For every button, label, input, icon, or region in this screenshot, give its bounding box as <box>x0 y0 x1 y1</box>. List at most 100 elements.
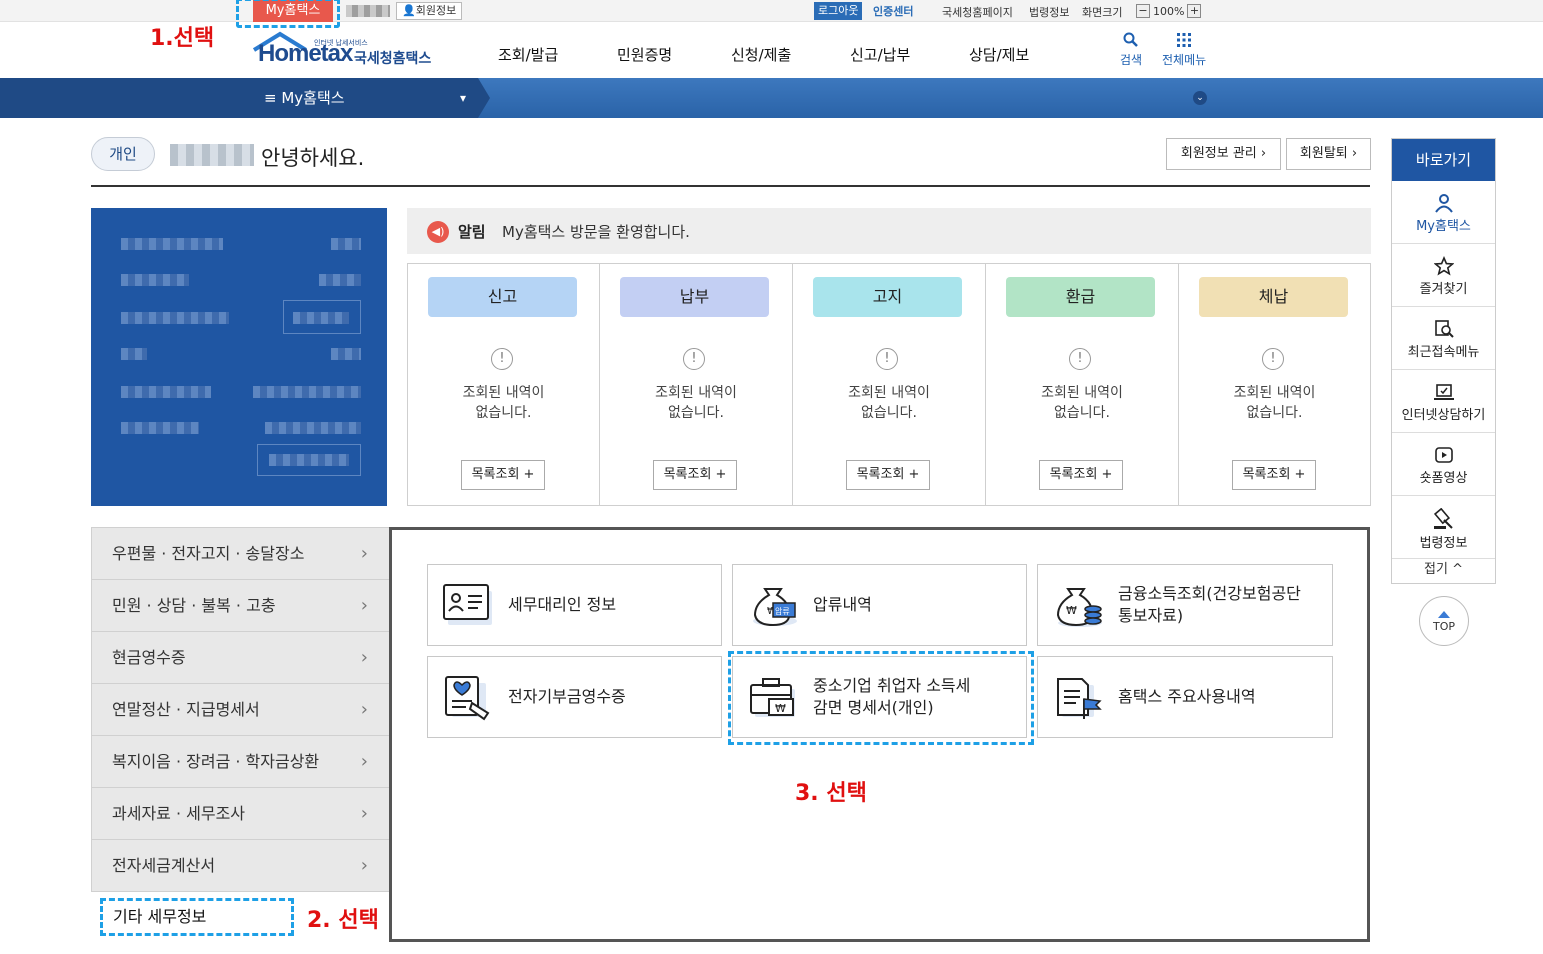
gnb-apply[interactable]: 신청/제출 <box>731 44 791 65</box>
list-view-button[interactable]: 목록조회 + <box>846 460 930 490</box>
chevron-right-icon: › <box>360 595 368 616</box>
location-dropdown[interactable]: ≡ My홈택스 ▾ <box>250 78 478 118</box>
user-icon: 👤 <box>402 4 416 17</box>
megaphone-icon: ◀) <box>427 221 449 243</box>
tile-e-donation-receipt[interactable]: 전자기부금영수증 <box>427 656 722 738</box>
search-button[interactable]: 검색 <box>1120 32 1142 68</box>
card-title: 환급 <box>1006 277 1155 317</box>
quick-law-info[interactable]: 법령정보 <box>1392 496 1495 559</box>
tile-hometax-usage-history[interactable]: 홈택스 주요사용내역 <box>1037 656 1333 738</box>
gnb-inquiry[interactable]: 조회/발급 <box>498 44 558 65</box>
play-icon <box>1434 447 1453 463</box>
quick-fold-button[interactable]: 접기 ^ <box>1392 557 1495 583</box>
screen-size-label: 화면크기 <box>1082 6 1123 19</box>
seizure-bag-icon: ₩ 압류 <box>753 588 797 627</box>
quick-recent-menu[interactable]: 최근접속메뉴 <box>1392 307 1495 370</box>
exclamation-icon: ! <box>491 348 513 370</box>
left-menu-item-civil[interactable]: 민원 · 상담 · 불복 · 고충 › <box>92 580 390 632</box>
user-info-panel-blurred <box>91 208 387 506</box>
notice-label: 알림 <box>458 223 486 241</box>
law-info-link[interactable]: 법령정보 <box>1029 4 1069 20</box>
left-menu-item-mail[interactable]: 우편물 · 전자고지 · 송달장소 › <box>92 528 390 580</box>
greeting-divider <box>91 185 1370 187</box>
svg-text:압류: 압류 <box>775 607 790 616</box>
card-report: 신고 ! 조회된 내역이 없습니다. 목록조회 + <box>408 264 600 505</box>
notice-text: My홈택스 방문을 환영합니다. <box>502 223 690 241</box>
zoom-out-button[interactable]: − <box>1136 4 1150 18</box>
chevron-right-icon: › <box>360 699 368 720</box>
chevron-right-icon: › <box>360 647 368 668</box>
chevron-right-icon: › <box>360 803 368 824</box>
exclamation-icon: ! <box>1069 348 1091 370</box>
star-icon <box>1433 256 1454 276</box>
caret-down-icon: ▾ <box>459 91 466 105</box>
exclamation-icon: ! <box>1262 348 1284 370</box>
quick-menu-title: 바로가기 <box>1392 139 1495 181</box>
card-empty-message: 조회된 내역이 없습니다. <box>1041 385 1123 421</box>
member-withdraw-button[interactable]: 회원탈퇴 › <box>1286 138 1371 170</box>
logo-subtitle: 국세청홈택스 <box>354 51 432 67</box>
tile-label: 홈택스 주요사용내역 <box>1118 687 1256 706</box>
quick-shortform-video[interactable]: 숏폼영상 <box>1392 433 1495 496</box>
annotation-step3: 3. 선택 <box>795 781 867 806</box>
highlight-step1-box <box>236 0 340 28</box>
tile-label: 세무대리인 정보 <box>508 595 617 614</box>
logout-button[interactable]: 로그아웃 <box>814 2 863 20</box>
card-empty-message: 조회된 내역이 없습니다. <box>655 385 737 421</box>
left-menu-item-year-end[interactable]: 연말정산 · 지급명세서 › <box>92 684 390 736</box>
card-arrears: 체납 ! 조회된 내역이 없습니다. 목록조회 + <box>1179 264 1370 505</box>
location-arrow-shape <box>478 78 490 118</box>
quick-online-consult[interactable]: 인터넷상담하기 <box>1392 370 1495 433</box>
cert-center-link[interactable]: 인증센터 <box>873 3 913 19</box>
zoom-value: 100% <box>1153 4 1185 18</box>
chevron-right-icon: › <box>360 751 368 772</box>
left-menu-item-e-tax-invoice[interactable]: 전자세금계산서 › <box>92 840 390 892</box>
tile-seizure-history[interactable]: ₩ 압류 압류내역 <box>732 564 1027 646</box>
card-refund: 환급 ! 조회된 내역이 없습니다. 목록조회 + <box>986 264 1179 505</box>
person-icon <box>1434 194 1453 213</box>
greeting-text: 안녕하세요. <box>261 146 365 170</box>
tile-financial-income[interactable]: ₩ 금융소득조회(건강보험공단 통보자료) <box>1037 564 1333 646</box>
logo-wordmark: Hometax <box>258 40 353 67</box>
card-empty-message: 조회된 내역이 없습니다. <box>848 385 930 421</box>
gnb-report[interactable]: 신고/납부 <box>850 44 910 65</box>
money-bag-icon: ₩ <box>1056 588 1102 627</box>
list-view-button[interactable]: 목록조회 + <box>653 460 737 490</box>
gnb-consult[interactable]: 상담/제보 <box>969 44 1029 65</box>
search-icon <box>1123 32 1138 47</box>
zoom-in-button[interactable]: + <box>1187 4 1202 18</box>
hometax-logo[interactable]: 인터넷 납세서비스 Hometax 국세청홈택스 <box>250 28 440 74</box>
list-view-button[interactable]: 목록조회 + <box>461 460 545 490</box>
recent-search-icon <box>1434 320 1454 338</box>
zoom-control: − 100% + <box>1136 3 1202 19</box>
scroll-top-button[interactable]: TOP <box>1419 596 1469 646</box>
list-view-button[interactable]: 목록조회 + <box>1232 460 1316 490</box>
left-menu-item-tax-data[interactable]: 과세자료 · 세무조사 › <box>92 788 390 840</box>
annotation-step2: 2. 선택 <box>307 908 379 933</box>
member-info-button[interactable]: 👤회원정보 <box>396 2 463 20</box>
member-info-label: 회원정보 <box>415 4 457 17</box>
laptop-icon <box>1433 384 1454 400</box>
all-menu-button[interactable]: 전체메뉴 <box>1162 32 1206 68</box>
username-blurred <box>346 5 390 17</box>
member-manage-button[interactable]: 회원정보 관리 › <box>1166 138 1281 170</box>
donation-receipt-icon <box>445 676 490 721</box>
expand-circle-icon[interactable]: ⌄ <box>1193 91 1207 105</box>
user-type-badge: 개인 <box>91 137 155 171</box>
top-utility-bar <box>0 0 1543 22</box>
card-notice: 고지 ! 조회된 내역이 없습니다. 목록조회 + <box>793 264 986 505</box>
quick-favorites[interactable]: 즐겨찾기 <box>1392 244 1495 307</box>
all-menu-label: 전체메뉴 <box>1162 53 1207 67</box>
highlight-step3-box <box>728 651 1034 745</box>
svg-text:₩: ₩ <box>1066 604 1077 617</box>
list-view-button[interactable]: 목록조회 + <box>1039 460 1123 490</box>
status-cards: 신고 ! 조회된 내역이 없습니다. 목록조회 + 납부 ! 조회된 내역이 없습니… <box>407 263 1371 506</box>
tile-tax-agent-info[interactable]: 세무대리인 정보 <box>427 564 722 646</box>
left-menu-item-cash-receipt[interactable]: 현금영수증 › <box>92 632 390 684</box>
gnb-certificate[interactable]: 민원증명 <box>617 44 672 65</box>
nts-homepage-link[interactable]: 국세청홈페이지 <box>942 4 1013 20</box>
location-bar-left <box>0 78 250 118</box>
quick-my-hometax[interactable]: My홈택스 <box>1392 181 1495 244</box>
top-label: TOP <box>1432 620 1455 633</box>
left-menu-item-welfare[interactable]: 복지이음 · 장려금 · 학자금상환 › <box>92 736 390 788</box>
